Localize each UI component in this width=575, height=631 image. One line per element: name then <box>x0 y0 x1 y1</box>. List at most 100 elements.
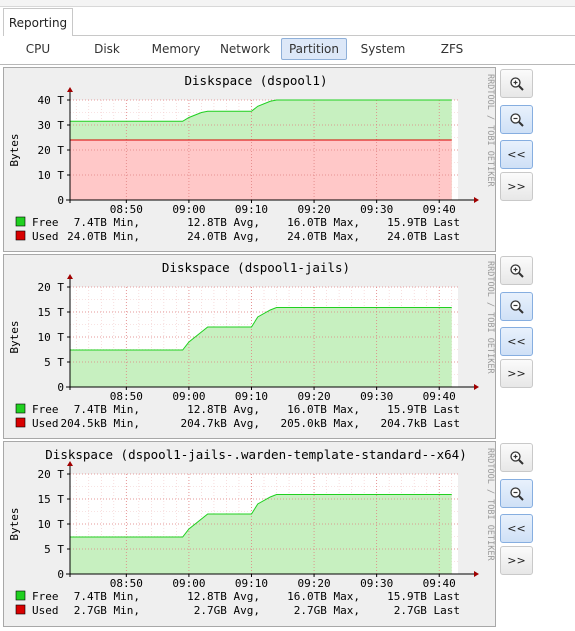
subtab-partition[interactable]: Partition <box>281 38 347 60</box>
x-tick-label: 09:30 <box>360 203 393 216</box>
zoom-in-icon <box>509 263 524 278</box>
forward-button[interactable]: >> <box>500 359 533 388</box>
legend-max: 16.0TB Max, <box>287 216 360 229</box>
y-tick-label: 20 T <box>38 144 65 157</box>
legend-max: 16.0TB Max, <box>287 403 360 416</box>
rrdtool-watermark: RRDTOOL / TOBI OETIKER <box>485 261 495 374</box>
legend-max: 2.7GB Max, <box>294 604 360 617</box>
legend-last: 2.7GB Last <box>394 604 460 617</box>
forward-button[interactable]: >> <box>500 172 533 201</box>
tab-divider <box>73 35 575 36</box>
x-tick-label: 09:20 <box>298 577 331 590</box>
diskspace-chart-warden-template: 20 T 15 T 10 T 5 T 0 08:50 09:00 09:10 09:20 09:3… <box>8 447 495 617</box>
legend-last: 24.0TB Last <box>387 230 460 243</box>
chart-panel-dspool1: 40 T 30 T 20 T 10 T 0 08:50 09:00 09:10 09:20 09:… <box>3 67 496 252</box>
legend-min: 2.7GB Min, <box>74 604 140 617</box>
zoom-out-icon <box>509 486 524 501</box>
y-tick-label: 15 T <box>38 306 65 319</box>
used-area <box>70 140 452 200</box>
y-axis-label: Bytes <box>8 133 21 166</box>
y-tick-label: 20 T <box>38 281 65 294</box>
legend-max: 205.0kB Max, <box>281 417 360 430</box>
subtab-memory[interactable]: Memory <box>148 38 204 60</box>
y-tick-label: 5 T <box>44 356 64 369</box>
y-tick-label: 30 T <box>38 119 65 132</box>
legend-min: 7.4TB Min, <box>74 403 140 416</box>
x-tick-label: 09:20 <box>298 390 331 403</box>
chart-panel-warden-template: 20 T 15 T 10 T 5 T 0 08:50 09:00 09:10 09:20 09:3… <box>3 441 496 627</box>
y-axis-arrow <box>67 274 73 279</box>
top-strip <box>0 0 575 7</box>
legend-min: 24.0TB Min, <box>67 230 140 243</box>
zoom-out-icon <box>509 112 524 127</box>
rrdtool-watermark: RRDTOOL / TOBI OETIKER <box>485 448 495 561</box>
zoom-out-button[interactable] <box>500 105 533 134</box>
x-axis-arrow <box>474 571 479 577</box>
zoom-in-button[interactable] <box>500 256 533 285</box>
subtab-cpu[interactable]: CPU <box>14 38 62 60</box>
zoom-out-button[interactable] <box>500 479 533 508</box>
zoom-out-button[interactable] <box>500 292 533 321</box>
y-tick-label: 20 T <box>38 468 65 481</box>
legend-last: 15.9TB Last <box>387 403 460 416</box>
x-tick-label: 09:40 <box>423 203 456 216</box>
x-tick-label: 09:40 <box>423 390 456 403</box>
legend-avg: 204.7kB Avg, <box>181 417 260 430</box>
rrdtool-watermark: RRDTOOL / TOBI OETIKER <box>485 74 495 187</box>
forward-button[interactable]: >> <box>500 546 533 575</box>
legend-min: 204.5kB Min, <box>61 417 140 430</box>
zoom-out-icon <box>509 299 524 314</box>
chart-title: Diskspace (dspool1-jails) <box>162 260 350 275</box>
x-axis-arrow <box>474 197 479 203</box>
x-tick-label: 09:00 <box>172 203 205 216</box>
legend-avg: 24.0TB Avg, <box>187 230 260 243</box>
legend-label: Free <box>32 403 59 416</box>
x-tick-label: 09:10 <box>235 390 268 403</box>
y-tick-label: 0 <box>57 568 64 581</box>
x-tick-label: 09:00 <box>172 577 205 590</box>
y-tick-label: 15 T <box>38 493 65 506</box>
legend-last: 204.7kB Last <box>381 417 460 430</box>
legend-max: 16.0TB Max, <box>287 590 360 603</box>
chart-title: Diskspace (dspool1-jails-.warden-templat… <box>45 447 466 462</box>
x-tick-label: 08:50 <box>110 203 143 216</box>
subtab-zfs[interactable]: ZFS <box>430 38 474 60</box>
back-button[interactable]: << <box>500 140 533 169</box>
y-tick-label: 10 T <box>38 169 65 182</box>
y-tick-label: 0 <box>57 381 64 394</box>
zoom-in-button[interactable] <box>500 69 533 98</box>
y-axis-label: Bytes <box>8 320 21 353</box>
y-tick-label: 0 <box>57 194 64 207</box>
legend-swatch-free <box>15 216 26 227</box>
legend-swatch-used <box>15 417 26 428</box>
legend-avg: 2.7GB Avg, <box>194 604 260 617</box>
legend-label: Used <box>32 604 59 617</box>
x-tick-label: 09:10 <box>235 577 268 590</box>
zoom-in-icon <box>509 76 524 91</box>
chart-panel-dspool1-jails: 20 T 15 T 10 T 5 T 0 08:50 09:00 09:10 09:20 09:3… <box>3 254 496 439</box>
x-tick-label: 08:50 <box>110 577 143 590</box>
y-axis-arrow <box>67 87 73 92</box>
legend-last: 15.9TB Last <box>387 216 460 229</box>
y-tick-label: 10 T <box>38 518 65 531</box>
subtab-network[interactable]: Network <box>216 38 274 60</box>
legend-min: 7.4TB Min, <box>74 216 140 229</box>
back-button[interactable]: << <box>500 327 533 356</box>
legend-min: 7.4TB Min, <box>74 590 140 603</box>
back-button[interactable]: << <box>500 514 533 543</box>
y-tick-label: 40 T <box>38 94 65 107</box>
subtab-divider <box>0 64 575 65</box>
legend-swatch-free <box>15 403 26 414</box>
legend-avg: 12.8TB Avg, <box>187 403 260 416</box>
x-tick-label: 09:40 <box>423 577 456 590</box>
legend-label: Used <box>32 230 59 243</box>
x-tick-label: 08:50 <box>110 390 143 403</box>
tab-reporting[interactable]: Reporting <box>3 8 73 36</box>
subtab-disk[interactable]: Disk <box>84 38 130 60</box>
legend-label: Free <box>32 216 59 229</box>
y-tick-label: 10 T <box>38 331 65 344</box>
zoom-in-button[interactable] <box>500 443 533 472</box>
x-tick-label: 09:30 <box>360 390 393 403</box>
legend-swatch-used <box>15 604 26 615</box>
subtab-system[interactable]: System <box>356 38 410 60</box>
